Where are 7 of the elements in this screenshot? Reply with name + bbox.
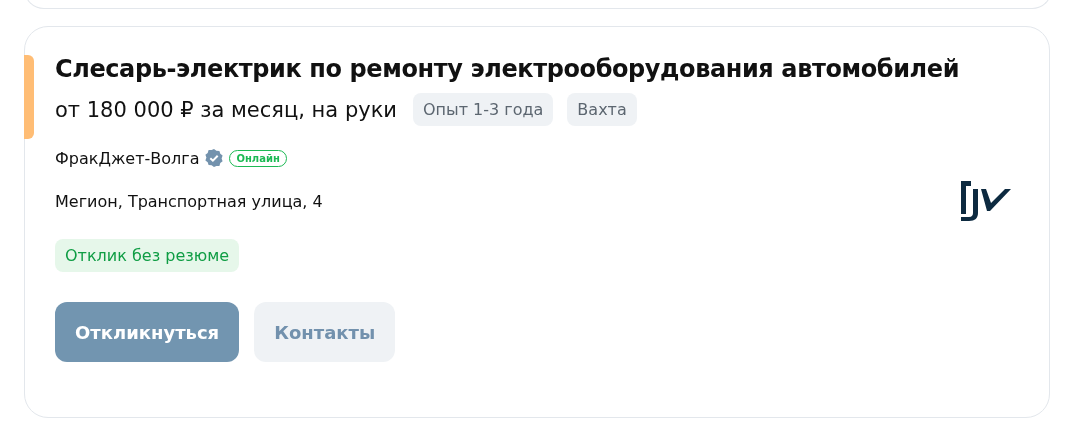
tag: Вахта <box>567 93 637 126</box>
tag: Опыт 1-3 года <box>412 93 554 126</box>
address-text: Мегион, Транспортная улица, 4 <box>55 192 323 211</box>
badge: Отклик без резюме <box>55 239 240 272</box>
vacancy-title[interactable]: Слесарь-электрик по ремонту электрооборудования автомобилей <box>55 55 960 83</box>
salary-text: от 180 000 ₽ за месяц, на руки <box>55 97 397 122</box>
company-name[interactable]: ФракДжет-Волга <box>55 148 200 168</box>
